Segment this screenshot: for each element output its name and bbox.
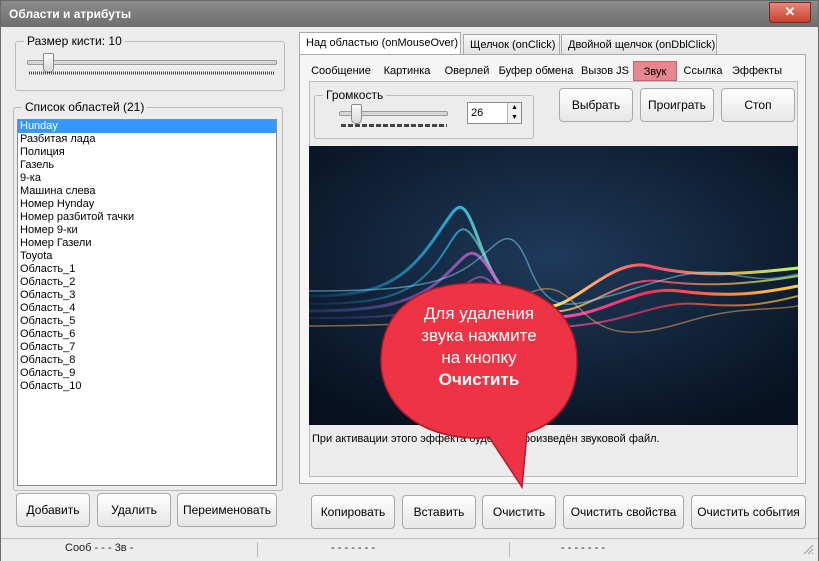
- window-title: Области и атрибуты: [9, 7, 132, 21]
- spin-down-icon[interactable]: ▼: [508, 113, 521, 123]
- status-separator: [509, 542, 510, 557]
- tab-js-call[interactable]: Вызов JS: [579, 61, 631, 81]
- list-item[interactable]: Номер разбитой тачки: [18, 211, 276, 224]
- list-item[interactable]: Область_7: [18, 341, 276, 354]
- stop-button[interactable]: Стоп: [721, 88, 795, 122]
- areas-listbox[interactable]: Hunday Разбитая лада Полиция Газель 9-ка Маши…: [17, 119, 277, 486]
- brush-size-label: Размер кисти: 10: [24, 34, 125, 48]
- list-item[interactable]: Область_2: [18, 276, 276, 289]
- close-button[interactable]: ✕: [769, 2, 811, 23]
- tab-sound[interactable]: Звук: [633, 61, 677, 81]
- list-item[interactable]: Номер 9-ки: [18, 224, 276, 237]
- status-middle: - - - - - - -: [331, 542, 375, 554]
- list-item[interactable]: Toyota: [18, 250, 276, 263]
- brush-size-ticks: [29, 71, 275, 75]
- clear-events-button[interactable]: Очистить события: [691, 495, 806, 529]
- list-item[interactable]: Газель: [18, 159, 276, 172]
- tab-picture[interactable]: Картинка: [377, 61, 437, 81]
- list-item[interactable]: Область_8: [18, 354, 276, 367]
- tab-on-dbl-click[interactable]: Двойной щелчок (onDblClick): [561, 34, 717, 55]
- list-item[interactable]: Область_9: [18, 367, 276, 380]
- list-item[interactable]: Разбитая лада: [18, 133, 276, 146]
- close-icon: ✕: [784, 4, 796, 19]
- tab-effects[interactable]: Эффекты: [729, 61, 785, 81]
- tab-overlay[interactable]: Оверлей: [441, 61, 493, 81]
- list-item[interactable]: Область_10: [18, 380, 276, 393]
- clear-properties-button[interactable]: Очистить свойства: [563, 495, 684, 529]
- delete-button[interactable]: Удалить: [97, 493, 171, 527]
- list-item[interactable]: Номер Газели: [18, 237, 276, 250]
- areas-list-label: Список областей (21): [22, 100, 148, 114]
- paste-button[interactable]: Вставить: [402, 495, 476, 529]
- add-button[interactable]: Добавить: [16, 493, 90, 527]
- clear-button[interactable]: Очистить: [482, 495, 556, 529]
- status-left: Сооб - - - 3в -: [65, 542, 134, 554]
- tab-clipboard[interactable]: Буфер обмена: [497, 61, 575, 81]
- title-bar: Области и атрибуты ✕: [1, 1, 818, 27]
- brush-size-group: Размер кисти: 10: [15, 34, 285, 91]
- status-right: - - - - - - -: [561, 542, 605, 554]
- volume-value: 26: [471, 107, 484, 119]
- play-button[interactable]: Проиграть: [640, 88, 714, 122]
- choose-button[interactable]: Выбрать: [559, 88, 633, 122]
- list-item[interactable]: Область_5: [18, 315, 276, 328]
- tab-link[interactable]: Ссылка: [679, 61, 727, 81]
- copy-button[interactable]: Копировать: [311, 495, 395, 529]
- list-item[interactable]: Область_1: [18, 263, 276, 276]
- volume-spin-buttons[interactable]: ▲ ▼: [507, 103, 521, 123]
- callout-text: Для удаления звука нажмите на кнопку Очи…: [421, 304, 537, 389]
- status-separator: [257, 542, 258, 557]
- list-item[interactable]: Область_3: [18, 289, 276, 302]
- brush-size-track[interactable]: [27, 60, 277, 65]
- tab-on-mouse-over[interactable]: Над областью (onMouseOver): [299, 32, 461, 55]
- volume-label: Громкость: [323, 88, 387, 102]
- volume-slider-thumb[interactable]: [351, 104, 363, 124]
- status-bar: Сооб - - - 3в - - - - - - - - - - - - - …: [1, 538, 818, 561]
- spin-up-icon[interactable]: ▲: [508, 103, 521, 113]
- list-item[interactable]: Полиция: [18, 146, 276, 159]
- list-item[interactable]: Область_4: [18, 302, 276, 315]
- volume-ticks: [341, 124, 447, 127]
- areas-attributes-window: Области и атрибуты ✕ Размер кисти: 10 Сп…: [0, 0, 819, 561]
- rename-button[interactable]: Переименовать: [177, 493, 277, 527]
- list-item[interactable]: Hunday: [18, 120, 276, 133]
- volume-spinbox[interactable]: 26 ▲ ▼: [467, 102, 522, 124]
- resize-grip-icon[interactable]: [802, 543, 814, 555]
- tab-on-click[interactable]: Щелчок (onClick): [463, 34, 560, 55]
- list-item[interactable]: Область_6: [18, 328, 276, 341]
- list-item[interactable]: 9-ка: [18, 172, 276, 185]
- list-item[interactable]: Номер Hynday: [18, 198, 276, 211]
- list-item[interactable]: Машина слева: [18, 185, 276, 198]
- tab-message[interactable]: Сообщение: [309, 61, 373, 81]
